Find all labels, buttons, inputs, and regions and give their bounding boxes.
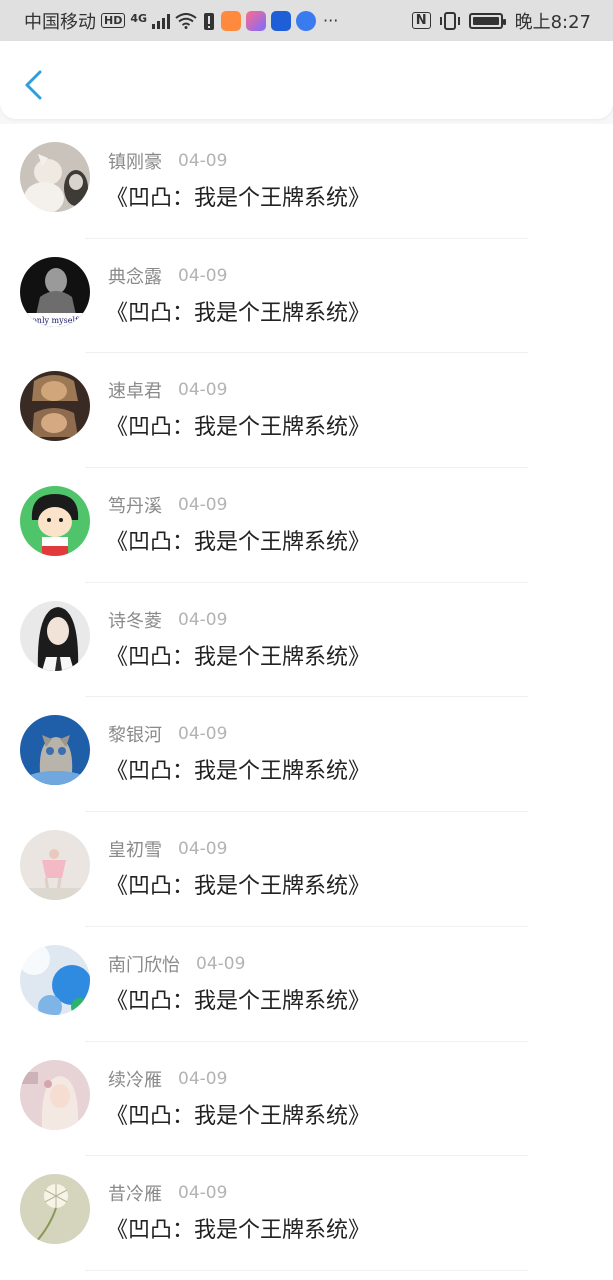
list-item[interactable]: 笃丹溪 04-09 《凹凸：我是个王牌系统》 — [0, 468, 613, 583]
user-name[interactable]: 皇初雪 — [108, 836, 162, 862]
user-name[interactable]: 诗冬菱 — [108, 607, 162, 633]
book-title[interactable]: 《凹凸：我是个王牌系统》 — [106, 868, 370, 900]
app-header — [0, 41, 613, 119]
list-item[interactable]: only myself 典念露 04-09 《凹凸：我是个王牌系统》 — [0, 239, 613, 354]
book-title[interactable]: 《凹凸：我是个王牌系统》 — [106, 524, 370, 556]
clock: 晚上8:27 — [514, 11, 591, 33]
wifi-icon — [175, 12, 197, 29]
book-title[interactable]: 《凹凸：我是个王牌系统》 — [106, 1212, 370, 1244]
avatar — [20, 142, 90, 212]
user-name[interactable]: 续冷雁 — [108, 1066, 162, 1092]
avatar — [20, 944, 90, 1015]
avatar-caption: only myself — [32, 316, 79, 325]
avatar — [20, 715, 90, 786]
post-date: 04-09 — [178, 380, 228, 401]
signal-icon — [152, 13, 171, 29]
avatar — [20, 1174, 90, 1245]
list-item[interactable]: 镇刚豪 04-09 《凹凸：我是个王牌系统》 — [0, 124, 613, 239]
user-name[interactable]: 昔冷雁 — [108, 1180, 162, 1206]
alert-icon — [204, 12, 215, 30]
list-item[interactable]: 皇初雪 04-09 《凹凸：我是个王牌系统》 — [0, 812, 613, 927]
book-title[interactable]: 《凹凸：我是个王牌系统》 — [106, 180, 370, 212]
list-item[interactable]: 南门欣怡 04-09 《凹凸：我是个王牌系统》 — [0, 927, 613, 1042]
user-name[interactable]: 典念露 — [108, 263, 162, 289]
post-date: 04-09 — [178, 151, 228, 171]
user-name[interactable]: 黎银河 — [108, 721, 162, 747]
battery-icon — [468, 12, 506, 29]
avatar — [20, 830, 90, 901]
divider — [85, 1269, 528, 1271]
app-notification-icon — [221, 10, 242, 31]
avatar: only myself — [20, 256, 90, 327]
more-notifications-icon: ··· — [323, 11, 339, 30]
avatar — [20, 1059, 90, 1130]
bulb-app-icon — [271, 10, 292, 31]
network-type: 4G — [130, 11, 148, 25]
user-name[interactable]: 镇刚豪 — [108, 148, 162, 174]
post-date: 04-09 — [178, 609, 228, 630]
post-date: 04-09 — [178, 724, 228, 745]
chevron-left-icon[interactable] — [22, 69, 44, 101]
list-item[interactable]: 黎银河 04-09 《凹凸：我是个王牌系统》 — [0, 697, 613, 813]
status-bar: 中国移动 HD 4G ··· N 晚上8:27 — [0, 0, 613, 41]
book-title[interactable]: 《凹凸：我是个王牌系统》 — [106, 639, 370, 671]
music-app-icon — [296, 10, 317, 31]
book-title[interactable]: 《凹凸：我是个王牌系统》 — [106, 409, 370, 441]
book-title[interactable]: 《凹凸：我是个王牌系统》 — [106, 753, 370, 785]
post-date: 04-09 — [178, 495, 228, 516]
post-date: 04-09 — [178, 1068, 228, 1089]
list-item[interactable]: 昔冷雁 04-09 《凹凸：我是个王牌系统》 — [0, 1156, 613, 1271]
hd-badge: HD — [101, 13, 126, 28]
app-notification-icon — [246, 10, 267, 31]
user-name[interactable]: 速卓君 — [108, 377, 162, 403]
nfc-icon: N — [411, 12, 431, 29]
notification-list: 镇刚豪 04-09 《凹凸：我是个王牌系统》 only myself 典念露 0… — [0, 124, 613, 1280]
avatar — [20, 371, 90, 442]
user-name[interactable]: 笃丹溪 — [108, 492, 162, 518]
post-date: 04-09 — [178, 1183, 228, 1204]
post-date: 04-09 — [178, 839, 228, 860]
list-item[interactable]: 续冷雁 04-09 《凹凸：我是个王牌系统》 — [0, 1042, 613, 1157]
list-item[interactable]: 速卓君 04-09 《凹凸：我是个王牌系统》 — [0, 353, 613, 469]
avatar — [20, 486, 90, 557]
book-title[interactable]: 《凹凸：我是个王牌系统》 — [106, 983, 370, 1015]
user-name[interactable]: 南门欣怡 — [108, 951, 180, 977]
post-date: 04-09 — [178, 265, 228, 286]
book-title[interactable]: 《凹凸：我是个王牌系统》 — [106, 295, 370, 327]
avatar — [20, 600, 90, 671]
post-date: 04-09 — [196, 953, 246, 974]
list-item[interactable]: 诗冬菱 04-09 《凹凸：我是个王牌系统》 — [0, 583, 613, 698]
book-title[interactable]: 《凹凸：我是个王牌系统》 — [106, 1098, 370, 1130]
carrier-label: 中国移动 — [24, 11, 96, 33]
vibrate-icon — [439, 11, 460, 30]
